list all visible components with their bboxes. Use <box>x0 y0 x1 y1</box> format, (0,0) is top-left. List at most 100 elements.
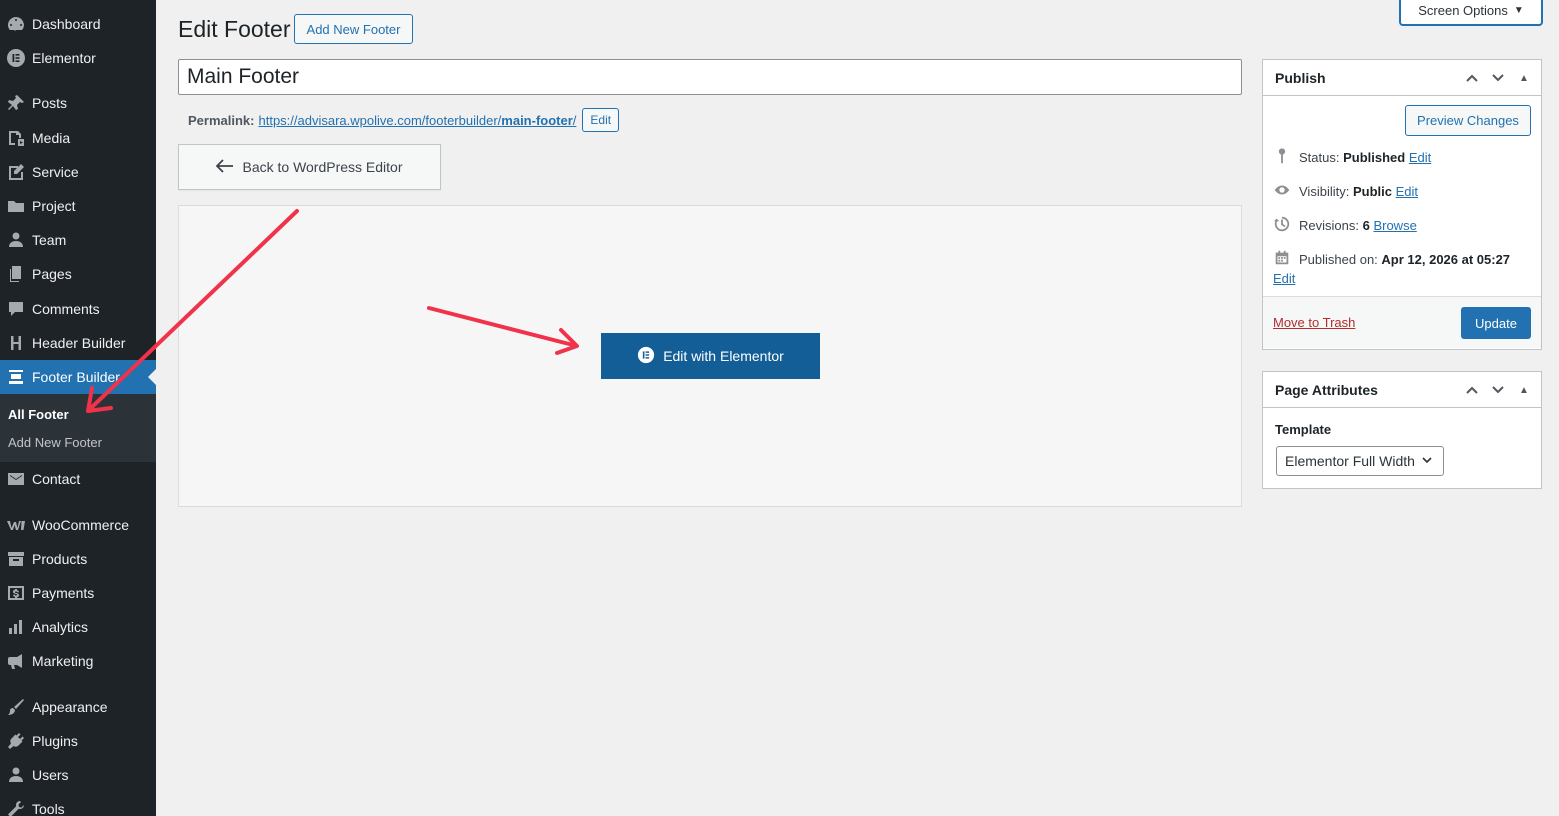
move-down-icon[interactable] <box>1487 380 1509 400</box>
template-label: Template <box>1275 422 1332 437</box>
revisions-row: Revisions: 6 Browse <box>1273 215 1417 236</box>
sidebar-item-label: Appearance <box>32 699 108 715</box>
sidebar-item-label: Footer Builder <box>32 369 120 385</box>
publish-box-header: Publish ▲ <box>1263 60 1541 96</box>
submenu-all-footer[interactable]: All Footer <box>8 407 69 422</box>
publish-box-handles: ▲ <box>1461 68 1535 88</box>
publish-box-title: Publish <box>1275 69 1326 86</box>
sidebar-item-service[interactable]: Service <box>0 155 156 189</box>
admin-sidebar: Dashboard Elementor Posts Media Service … <box>0 0 156 816</box>
header-icon <box>0 333 32 353</box>
sidebar-item-label: Users <box>32 767 69 783</box>
history-icon <box>1273 215 1291 236</box>
permalink-base: https://advisara.wpolive.com/footerbuild… <box>258 112 502 128</box>
wrench-icon <box>0 799 32 816</box>
preview-changes-button[interactable]: Preview Changes <box>1405 105 1531 136</box>
media-icon <box>0 128 32 148</box>
bar-chart-icon <box>0 617 32 637</box>
sidebar-item-label: Products <box>32 551 88 567</box>
move-up-icon[interactable] <box>1461 68 1483 88</box>
sidebar-item-label: Analytics <box>32 619 89 635</box>
revisions-label: Revisions: <box>1299 218 1359 233</box>
sidebar-item-label: Payments <box>32 585 95 601</box>
eye-icon <box>1273 181 1291 202</box>
move-to-trash-link[interactable]: Move to Trash <box>1273 315 1355 330</box>
page-attributes-header: Page Attributes ▲ <box>1263 372 1541 408</box>
collapse-toggle-icon[interactable]: ▲ <box>1513 68 1535 88</box>
screen-options-button[interactable]: Screen Options ▼ <box>1399 0 1543 26</box>
sidebar-item-label: Pages <box>32 266 72 282</box>
archive-icon <box>0 549 32 569</box>
sidebar-item-elementor[interactable]: Elementor <box>0 41 156 75</box>
template-selected-value: Elementor Full Width <box>1285 453 1415 469</box>
page-attributes-title: Page Attributes <box>1275 381 1378 398</box>
elementor-icon <box>0 48 32 68</box>
visibility-label: Visibility: <box>1299 184 1350 199</box>
sidebar-item-plugins[interactable]: Plugins <box>0 724 156 758</box>
edit-with-elementor-label: Edit with Elementor <box>663 348 784 364</box>
sidebar-item-header-builder[interactable]: Header Builder <box>0 326 156 360</box>
back-to-wordpress-editor-button[interactable]: Back to WordPress Editor <box>178 144 441 190</box>
dollar-icon <box>0 583 32 603</box>
sidebar-item-products[interactable]: Products <box>0 542 156 576</box>
sidebar-item-media[interactable]: Media <box>0 121 156 155</box>
sidebar-item-posts[interactable]: Posts <box>0 86 156 120</box>
back-button-label: Back to WordPress Editor <box>242 159 403 175</box>
caret-down-icon: ▼ <box>1513 4 1524 16</box>
sidebar-item-label: Elementor <box>32 50 96 66</box>
sidebar-item-label: Posts <box>32 95 68 111</box>
template-select[interactable]: Elementor Full Width <box>1276 446 1444 476</box>
sidebar-item-label: Header Builder <box>32 335 126 351</box>
sidebar-item-marketing[interactable]: Marketing <box>0 644 156 678</box>
megaphone-icon <box>0 651 32 671</box>
permalink-edit-button[interactable]: Edit <box>582 108 620 132</box>
published-on-edit-link[interactable]: Edit <box>1273 271 1295 286</box>
sidebar-item-label: Dashboard <box>32 16 101 32</box>
add-new-footer-button[interactable]: Add New Footer <box>294 14 413 44</box>
brush-icon <box>0 697 32 717</box>
sidebar-item-footer-builder[interactable]: Footer Builder <box>0 360 156 394</box>
move-down-icon[interactable] <box>1487 68 1509 88</box>
sidebar-item-comments[interactable]: Comments <box>0 292 156 326</box>
sidebar-item-team[interactable]: Team <box>0 223 156 257</box>
sidebar-item-project[interactable]: Project <box>0 189 156 223</box>
permalink-slug: main-footer <box>501 112 573 128</box>
sidebar-item-label: Team <box>32 232 67 248</box>
submenu-add-new-footer[interactable]: Add New Footer <box>8 435 102 450</box>
sidebar-item-woocommerce[interactable]: WooCommerce <box>0 508 156 542</box>
permalink-link[interactable]: https://advisara.wpolive.com/footerbuild… <box>258 113 576 128</box>
sidebar-item-label: Comments <box>32 301 100 317</box>
sidebar-item-tools[interactable]: Tools <box>0 792 156 816</box>
status-value: Published <box>1343 150 1406 165</box>
permalink-label: Permalink: <box>188 112 255 128</box>
sidebar-item-label: Tools <box>32 801 65 816</box>
mail-icon <box>0 469 32 489</box>
plug-icon <box>0 731 32 751</box>
sidebar-item-label: Project <box>32 198 76 214</box>
woocommerce-icon <box>0 515 32 535</box>
sidebar-item-payments[interactable]: Payments <box>0 576 156 610</box>
permalink-trail: / <box>572 112 577 128</box>
post-title-input[interactable] <box>178 59 1242 95</box>
publish-actions: Move to Trash Update <box>1263 296 1541 348</box>
footer-builder-submenu: All Footer Add New Footer <box>0 394 156 462</box>
sidebar-item-contact[interactable]: Contact <box>0 462 156 496</box>
move-up-icon[interactable] <box>1461 380 1483 400</box>
sidebar-item-label: WooCommerce <box>32 517 129 533</box>
status-edit-link[interactable]: Edit <box>1409 150 1431 165</box>
page-attributes-handles: ▲ <box>1461 380 1535 400</box>
sidebar-item-dashboard[interactable]: Dashboard <box>0 7 156 41</box>
sidebar-item-analytics[interactable]: Analytics <box>0 610 156 644</box>
update-button[interactable]: Update <box>1461 307 1531 339</box>
visibility-edit-link[interactable]: Edit <box>1396 184 1418 199</box>
sidebar-item-pages[interactable]: Pages <box>0 257 156 291</box>
collapse-toggle-icon[interactable]: ▲ <box>1513 380 1535 400</box>
revisions-browse-link[interactable]: Browse <box>1373 218 1416 233</box>
sidebar-item-appearance[interactable]: Appearance <box>0 690 156 724</box>
edit-with-elementor-button[interactable]: Edit with Elementor <box>601 333 820 379</box>
visibility-row: Visibility: Public Edit <box>1273 181 1418 202</box>
users-icon <box>0 765 32 785</box>
sidebar-item-users[interactable]: Users <box>0 758 156 792</box>
edit-icon <box>0 162 32 182</box>
sidebar-item-label: Media <box>32 130 71 146</box>
